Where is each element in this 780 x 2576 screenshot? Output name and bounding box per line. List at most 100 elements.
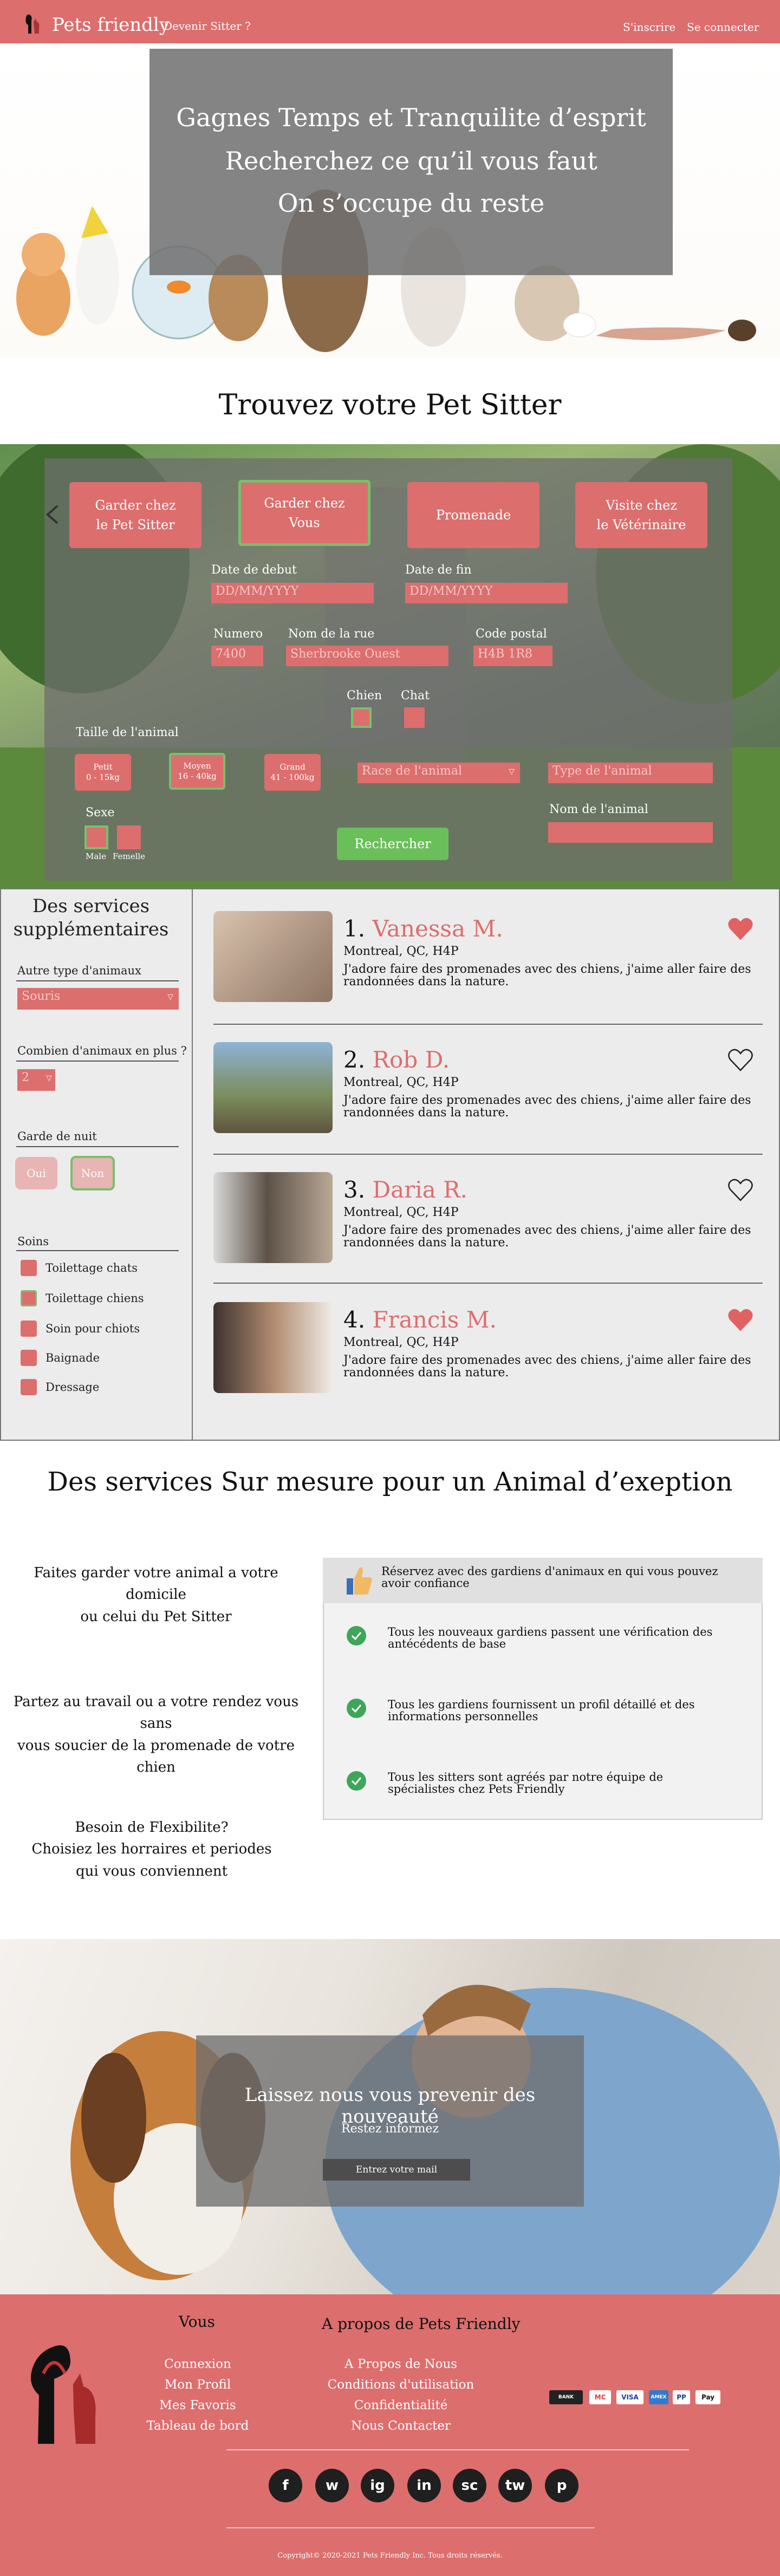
service-text-line: Partez au travail ou a votre rendez vous… <box>13 1694 299 1732</box>
size-name: Petit <box>93 762 113 772</box>
size-medium-button[interactable]: Moyen 16 - 40kg <box>169 753 225 790</box>
care-label: Soins <box>17 1235 49 1248</box>
checkbox[interactable] <box>21 1290 37 1306</box>
female-label: Femelle <box>113 851 146 861</box>
other-type-label: Autre type d'animaux <box>17 964 141 977</box>
sitter-name[interactable]: 3. Daria R. <box>343 1176 467 1203</box>
night-no-button[interactable]: Non <box>70 1156 115 1191</box>
size-range: 41 - 100kg <box>270 772 315 782</box>
linkedin-icon[interactable]: in <box>407 2469 441 2502</box>
street-input[interactable]: Sherbrooke Ouest <box>286 646 448 666</box>
animal-count-select[interactable]: 2 ▿ <box>17 1069 55 1091</box>
whatsapp-icon[interactable]: w <box>315 2469 349 2502</box>
twitter-icon[interactable]: tw <box>498 2469 532 2502</box>
snapchat-icon[interactable]: sc <box>453 2469 486 2502</box>
facebook-icon[interactable]: f <box>269 2469 302 2502</box>
care-option-label: Toilettage chats <box>46 1261 138 1274</box>
female-checkbox[interactable] <box>117 825 141 849</box>
sitter-name[interactable]: 4. Francis M. <box>343 1306 497 1333</box>
size-large-button[interactable]: Grand 41 - 100kg <box>264 754 321 791</box>
care-option-puppy-care[interactable]: Soin pour chiots <box>21 1320 140 1337</box>
dog-cat-logo-icon[interactable] <box>22 12 43 36</box>
footer-link-privacy[interactable]: Confidentialité <box>320 2398 482 2412</box>
signup-link[interactable]: S'inscrire <box>623 21 675 34</box>
cat-checkbox[interactable] <box>404 707 425 728</box>
amex-icon: AMEX <box>649 2390 668 2404</box>
footer-link-contact[interactable]: Nous Contacter <box>320 2419 482 2433</box>
footer-link-favorites[interactable]: Mes Favoris <box>141 2398 255 2412</box>
male-label: Male <box>86 851 106 861</box>
service-line1: Garder chez <box>95 498 176 513</box>
breed-select[interactable]: Race de l'animal ▿ <box>358 763 520 783</box>
sitter-card[interactable]: 4. Francis M. Montreal, QC, H4P J'adore … <box>213 1302 760 1416</box>
checkbox[interactable] <box>21 1320 37 1337</box>
care-option-bathing[interactable]: Baignade <box>21 1350 100 1366</box>
care-option-cat-grooming[interactable]: Toilettage chats <box>21 1260 138 1276</box>
footer-you-heading: Vous <box>179 2313 215 2331</box>
number-input[interactable]: 7400 <box>211 646 263 666</box>
end-date-input[interactable]: DD/MM/YYYY <box>405 583 568 603</box>
sitter-rank: 3. <box>343 1176 366 1203</box>
search-section-title: Trouvez votre Pet Sitter <box>218 389 562 421</box>
footer-link-dashboard[interactable]: Tableau de bord <box>141 2419 255 2433</box>
size-range: 0 - 15kg <box>86 772 120 782</box>
male-checkbox[interactable] <box>84 825 108 849</box>
services-title: Des services Sur mesure pour un Animal d… <box>47 1467 733 1497</box>
footer-link-about[interactable]: A Propos de Nous <box>320 2357 482 2371</box>
sitter-card[interactable]: 3. Daria R. Montreal, QC, H4P J'adore fa… <box>213 1172 760 1286</box>
care-option-label: Soin pour chiots <box>46 1322 140 1335</box>
footer-link-profile[interactable]: Mon Profil <box>141 2378 255 2392</box>
animal-name-input[interactable] <box>548 822 713 843</box>
carousel-prev-icon[interactable] <box>44 504 61 525</box>
size-text: Grand 41 - 100kg <box>270 762 314 783</box>
other-type-select[interactable]: Souris ▿ <box>17 988 179 1010</box>
size-small-button[interactable]: Petit 0 - 15kg <box>75 754 131 791</box>
start-date-input[interactable]: DD/MM/YYYY <box>211 583 374 603</box>
service-vet-visit[interactable]: Visite chez le Vétérinaire <box>575 482 707 548</box>
night-yes-button[interactable]: Oui <box>15 1157 57 1189</box>
sitter-card[interactable]: 1. Vanessa M. Montreal, QC, H4P J'adore … <box>213 911 760 1025</box>
chevron-down-icon: ▿ <box>167 990 173 1004</box>
postal-code-input[interactable]: H4B 1R8 <box>473 646 552 666</box>
service-your-home[interactable]: Garder chez Vous <box>238 480 370 546</box>
apple-pay-icon: Pay <box>696 2390 720 2404</box>
size-name: Grand <box>280 762 306 772</box>
service-pet-sitter-home[interactable]: Garder chez le Pet Sitter <box>69 482 202 548</box>
hero-line-3: On s’occupe du reste <box>277 188 545 218</box>
care-option-dog-grooming[interactable]: Toilettage chiens <box>21 1290 144 1306</box>
newsletter-title: Laissez nous vous prevenir des nouveauté <box>244 2084 536 2128</box>
favorite-heart-icon[interactable] <box>728 918 753 940</box>
sitter-location: Montreal, QC, H4P <box>343 1076 459 1089</box>
search-button[interactable]: Rechercher <box>337 828 448 860</box>
service-line1: Visite chez <box>606 498 677 513</box>
footer-link-terms[interactable]: Conditions d'utilisation <box>320 2378 482 2392</box>
sitter-photo <box>213 911 333 1002</box>
size-name: Moyen <box>183 760 211 771</box>
become-sitter-link[interactable]: Devenir Sitter ? <box>164 19 251 32</box>
dog-checkbox[interactable] <box>351 707 372 728</box>
filters-title-line2: supplémentaires <box>13 918 169 940</box>
sitter-name[interactable]: 1. Vanessa M. <box>343 915 503 942</box>
animal-type-input[interactable]: Type de l'animal <box>548 763 713 783</box>
sitter-photo <box>213 1302 333 1393</box>
street-label: Nom de la rue <box>288 627 375 641</box>
service-text-line: vous soucier de la promenade de votre ch… <box>17 1737 295 1775</box>
footer-link-login[interactable]: Connexion <box>141 2357 255 2371</box>
instagram-icon[interactable]: ig <box>361 2469 394 2502</box>
brand-name[interactable]: Pets friendly <box>52 14 170 36</box>
sitter-card[interactable]: 2. Rob D. Montreal, QC, H4P J'adore fair… <box>213 1042 760 1156</box>
favorite-heart-icon[interactable] <box>728 1179 753 1201</box>
sitter-photo <box>213 1042 333 1133</box>
checkbox[interactable] <box>21 1350 37 1366</box>
care-option-training[interactable]: Dressage <box>21 1379 99 1395</box>
sitter-name[interactable]: 2. Rob D. <box>343 1046 450 1073</box>
favorite-heart-icon[interactable] <box>728 1309 753 1331</box>
pinterest-icon[interactable]: p <box>545 2469 578 2502</box>
favorite-heart-icon[interactable] <box>728 1049 753 1071</box>
service-walk[interactable]: Promenade <box>407 482 540 548</box>
newsletter-email-button[interactable]: Entrez votre mail <box>323 2159 470 2181</box>
login-link[interactable]: Se connecter <box>687 21 759 34</box>
checkbox[interactable] <box>21 1379 37 1395</box>
service-text-line: ou celui du Pet Sitter <box>80 1608 232 1625</box>
checkbox[interactable] <box>21 1260 37 1276</box>
